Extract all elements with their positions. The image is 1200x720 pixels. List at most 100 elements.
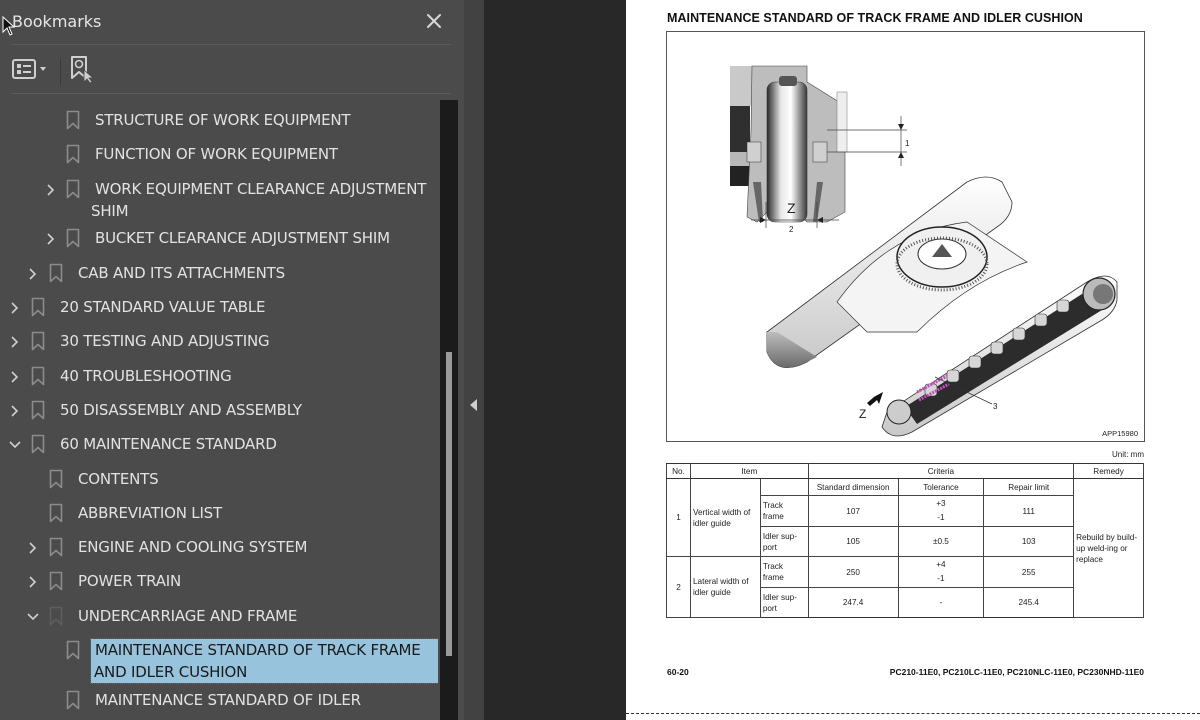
track-frame-illustration: 1 Z 2 3 Z: [730, 65, 1118, 437]
chevron-right-icon[interactable]: [8, 370, 22, 384]
find-current-bookmark-button[interactable]: [68, 54, 96, 84]
table-header-row: No. Item Criteria Remedy: [666, 463, 1144, 479]
cell-remedy: Rebuild by build-up weld-ing or replace: [1073, 478, 1144, 618]
close-bookmarks-button[interactable]: [423, 10, 445, 32]
table-row: 2 Lateral width of idler guide Track fra…: [666, 556, 1144, 618]
chevron-right-icon[interactable]: [8, 404, 22, 418]
cell-repair-limit: 255: [983, 556, 1075, 588]
cell-repair-limit: 103: [983, 526, 1075, 557]
bookmark-icon: [66, 144, 80, 164]
bookmark-label: STRUCTURE OF WORK EQUIPMENT: [95, 111, 351, 129]
chevron-right-icon[interactable]: [26, 267, 40, 281]
table-subheader-row: 1 Vertical width of idler guide Standard…: [666, 478, 1144, 618]
bookmark-icon: [49, 537, 63, 557]
bookmark-icon: [31, 400, 45, 420]
view-z-arrow-label: Z: [859, 407, 866, 421]
header-remedy: Remedy: [1073, 463, 1144, 479]
pdf-page: MAINTENANCE STANDARD OF TRACK FRAME AND …: [626, 0, 1200, 712]
maintenance-standard-table: No. Item Criteria Remedy 1 Vertical widt…: [666, 463, 1144, 618]
cell-no: 1: [666, 478, 691, 557]
bookmark-label: BUCKET CLEARANCE ADJUSTMENT SHIM: [95, 229, 390, 248]
bookmark-icon: [31, 297, 45, 317]
cell-sub: Idler sup-port: [759, 526, 809, 557]
bookmarks-title: Bookmarks: [12, 12, 102, 31]
chevron-right-icon[interactable]: [8, 301, 22, 315]
view-z-label: Z: [787, 200, 796, 216]
chevron-right-icon[interactable]: [8, 335, 22, 349]
close-icon: [427, 14, 441, 28]
bookmark-options-button[interactable]: [10, 54, 54, 84]
cell-standard: 247.4: [807, 587, 899, 618]
header-tolerance: Tolerance: [897, 478, 985, 496]
bookmark-label: CONTENTS: [78, 469, 159, 488]
bookmark-label: 20 STANDARD VALUE TABLE: [60, 298, 266, 316]
page-title: MAINTENANCE STANDARD OF TRACK FRAME AND …: [667, 11, 1083, 25]
bookmark-icon: [66, 179, 80, 198]
bookmark-icon: [66, 229, 80, 248]
cell-item: Lateral width of idler guide: [689, 556, 761, 618]
bookmark-icon: [49, 572, 63, 591]
cell-standard: 250: [807, 556, 899, 588]
cell-repair-limit: 245.4: [983, 587, 1075, 618]
bookmark-tree: STRUCTURE OF WORK EQUIPMENT FUNCTION OF W…: [0, 100, 438, 720]
toolbar-bottom-divider: [11, 93, 451, 94]
header-divider: [11, 44, 451, 45]
bookmark-icon: [49, 503, 63, 523]
chevron-down-icon[interactable]: [8, 438, 22, 452]
bookmark-icon: [66, 110, 80, 130]
bookmarks-panel: Bookmarks STRUCTURE OF WORK EQUIPMENT FU…: [0, 0, 464, 720]
bookmark-label: UNDERCARRIAGE AND FRAME: [78, 606, 298, 625]
bookmark-label: MAINTENANCE STANDARD OF TRACK FRAME AND …: [90, 638, 438, 684]
bookmark-icon: [49, 606, 63, 625]
collapse-left-arrow-icon[interactable]: [470, 399, 477, 411]
cell-blank: [760, 478, 809, 496]
cell-tolerance: +4 -1: [897, 556, 985, 588]
callout-1: 1: [905, 139, 910, 148]
cell-tolerance: ±0.5: [897, 526, 985, 557]
panel-splitter[interactable]: [464, 0, 484, 720]
chevron-right-icon[interactable]: [26, 575, 40, 589]
tolerance-plus: +4: [936, 560, 946, 569]
bookmarks-header: Bookmarks: [0, 0, 464, 44]
document-view[interactable]: MAINTENANCE STANDARD OF TRACK FRAME AND …: [484, 0, 1200, 720]
bookmark-label: FUNCTION OF WORK EQUIPMENT: [95, 145, 338, 164]
toolbar-divider: [60, 59, 61, 85]
bookmark-label: 30 TESTING AND ADJUSTING: [60, 332, 270, 351]
bookmark-label: POWER TRAIN: [78, 572, 182, 591]
find-current-bookmark-icon: [71, 56, 95, 84]
bookmark-label: ENGINE AND COOLING SYSTEM: [78, 538, 308, 557]
chevron-right-icon[interactable]: [26, 541, 40, 555]
header-repair-limit: Repair limit: [983, 478, 1075, 496]
header-no: No.: [666, 463, 691, 479]
bookmark-label: ABBREVIATION LIST: [78, 503, 222, 522]
bookmark-icon: [66, 690, 80, 710]
bookmarks-toolbar: [0, 46, 464, 92]
chevron-right-icon[interactable]: [44, 183, 58, 197]
bookmark-label: 60 MAINTENANCE STANDARD: [60, 435, 277, 454]
cross-section-detail: 1 Z 2: [730, 65, 910, 234]
header-standard-dimension: Standard dimension: [807, 478, 899, 496]
bookmark-scrollbar-thumb[interactable]: [446, 352, 452, 656]
bookmark-label: CAB AND ITS ATTACHMENTS: [78, 263, 285, 282]
page-break-divider: [626, 712, 1200, 720]
bookmark-icon: [31, 434, 45, 454]
tolerance-minus: -1: [937, 513, 945, 522]
bookmark-icon: [49, 263, 63, 282]
list-options-icon: [12, 59, 46, 79]
tolerance-plus: +3: [936, 499, 946, 508]
bookmark-icon: [31, 366, 45, 385]
cell-sub: Idler sup-port: [759, 587, 809, 618]
chevron-right-icon[interactable]: [44, 232, 58, 246]
bookmark-icon: [66, 640, 80, 660]
cell-sub: Track frame: [759, 495, 809, 527]
model-list: PC210-11E0, PC210LC-11E0, PC210NLC-11E0,…: [889, 667, 1144, 677]
cell-standard: 107: [807, 495, 899, 527]
cell-standard: 105: [807, 526, 899, 557]
bookmark-label: WORK EQUIPMENT CLEARANCE ADJUSTMENT SHIM: [91, 179, 427, 220]
bookmark-label: MAINTENANCE STANDARD OF IDLER: [95, 690, 361, 709]
bookmark-icon: [49, 469, 63, 488]
callout-2: 2: [789, 225, 794, 234]
chevron-down-icon[interactable]: [26, 610, 40, 624]
tolerance-minus: -1: [937, 574, 945, 583]
header-criteria: Criteria: [807, 463, 1075, 479]
